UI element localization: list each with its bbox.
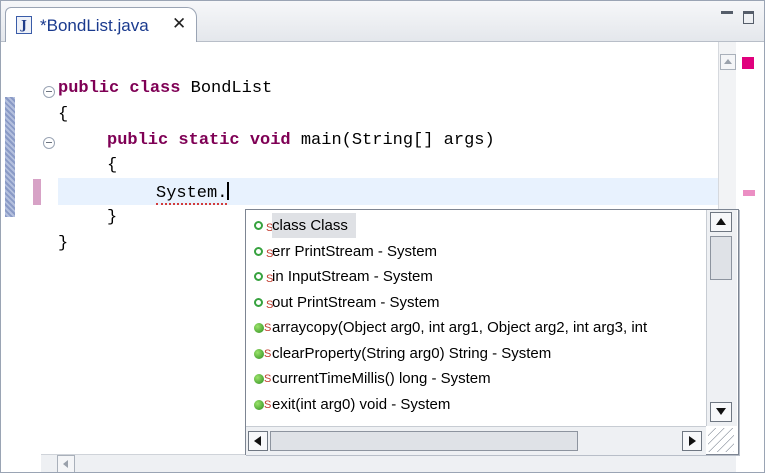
code-line-class-decl: public class BondList bbox=[58, 79, 272, 98]
static-field-icon: S bbox=[254, 221, 273, 234]
class-name: BondList bbox=[180, 79, 273, 98]
overview-error-marker[interactable] bbox=[743, 190, 755, 196]
scroll-up-icon[interactable] bbox=[720, 54, 736, 70]
java-file-icon: J bbox=[16, 16, 32, 34]
static-method-icon: S bbox=[254, 373, 271, 385]
proposal-label: out PrintStream - System bbox=[272, 293, 440, 311]
proposal-label: currentTimeMillis() long - System bbox=[272, 370, 491, 387]
proposal-vertical-scrollbar[interactable] bbox=[706, 210, 737, 426]
content-assist-popup[interactable]: Sclass Class Serr PrintStream - System Sin… bbox=[245, 209, 739, 455]
proposal-item[interactable]: ScurrentTimeMillis() long - System bbox=[252, 366, 704, 391]
proposal-item[interactable]: SclearProperty(String arg0) String - Sys… bbox=[252, 341, 704, 366]
static-method-icon: S bbox=[254, 348, 271, 360]
overview-ruler bbox=[736, 42, 764, 454]
java-file-icon-letter: J bbox=[21, 18, 27, 32]
maximize-icon[interactable] bbox=[741, 7, 757, 27]
proposal-label: in InputStream - System bbox=[272, 268, 433, 285]
code-line-current: System. bbox=[156, 182, 230, 205]
code-line-open-brace: { bbox=[58, 105, 69, 124]
proposal-label: class Class bbox=[272, 213, 356, 238]
code-line-method-close-brace: } bbox=[107, 208, 118, 227]
proposal-label: clearProperty(String arg0) String - Syst… bbox=[272, 344, 552, 362]
static-modifier-icon: S bbox=[264, 398, 272, 411]
editor-horizontal-scrollbar[interactable] bbox=[41, 454, 736, 472]
static-method-icon: S bbox=[254, 399, 271, 411]
code-line-method-open-brace: { bbox=[107, 156, 118, 175]
static-field-icon: S bbox=[254, 297, 273, 311]
editor-tab-bondlist[interactable]: J *BondList.java ✕ bbox=[5, 7, 197, 42]
static-modifier-icon: S bbox=[264, 322, 272, 334]
java-editor-window: J *BondList.java ✕ public class BondList… bbox=[0, 0, 765, 473]
system-token: System. bbox=[156, 184, 228, 205]
proposal-horizontal-scrollbar[interactable] bbox=[246, 426, 706, 455]
keyword: public static void bbox=[107, 131, 291, 150]
ruler-range-indicator bbox=[5, 97, 15, 217]
code-line-method-decl: public static void main(String[] args) bbox=[107, 131, 495, 150]
static-field-icon: S bbox=[254, 272, 273, 285]
scroll-thumb[interactable] bbox=[270, 431, 578, 451]
minimize-icon[interactable] bbox=[718, 7, 736, 21]
code-line-class-close-brace: } bbox=[58, 234, 69, 253]
scroll-down-icon[interactable] bbox=[710, 402, 732, 422]
static-modifier-icon: S bbox=[264, 373, 272, 385]
proposal-item[interactable]: Sarraycopy(Object arg0, int arg1, Object… bbox=[252, 315, 704, 340]
close-icon[interactable]: ✕ bbox=[172, 14, 186, 34]
proposal-list[interactable]: Sclass Class Serr PrintStream - System Sin… bbox=[246, 210, 706, 426]
resize-grip-icon[interactable] bbox=[708, 428, 734, 452]
vertical-ruler bbox=[1, 42, 41, 454]
proposal-item[interactable]: Sexit(int arg0) void - System bbox=[252, 392, 704, 417]
static-method-icon: S bbox=[254, 322, 271, 334]
proposal-label: err PrintStream - System bbox=[272, 242, 438, 260]
proposal-label: arraycopy(Object arg0, int arg1, Object … bbox=[272, 319, 648, 336]
proposal-item[interactable]: Sout PrintStream - System bbox=[252, 290, 704, 315]
editor-tab-label: *BondList.java bbox=[40, 16, 149, 35]
proposal-label: exit(int arg0) void - System bbox=[272, 395, 451, 413]
proposal-item[interactable]: Sin InputStream - System bbox=[252, 264, 704, 289]
static-modifier-icon: S bbox=[264, 347, 272, 360]
ruler-error-marker[interactable] bbox=[33, 179, 41, 205]
method-signature: main(String[] args) bbox=[290, 131, 495, 150]
proposal-item[interactable]: Sclass Class bbox=[252, 213, 704, 238]
scroll-left-icon[interactable] bbox=[57, 455, 75, 472]
scroll-left-icon[interactable] bbox=[248, 431, 268, 451]
text-caret bbox=[227, 182, 230, 200]
static-field-icon: S bbox=[254, 246, 273, 260]
scroll-thumb[interactable] bbox=[710, 236, 732, 280]
scroll-up-icon[interactable] bbox=[710, 212, 732, 232]
keyword: public class bbox=[58, 79, 181, 98]
proposal-item[interactable]: Serr PrintStream - System bbox=[252, 239, 704, 264]
scroll-right-icon[interactable] bbox=[682, 431, 702, 451]
editor-tab-bar: J *BondList.java ✕ bbox=[1, 1, 764, 42]
error-status-icon[interactable] bbox=[742, 57, 754, 69]
